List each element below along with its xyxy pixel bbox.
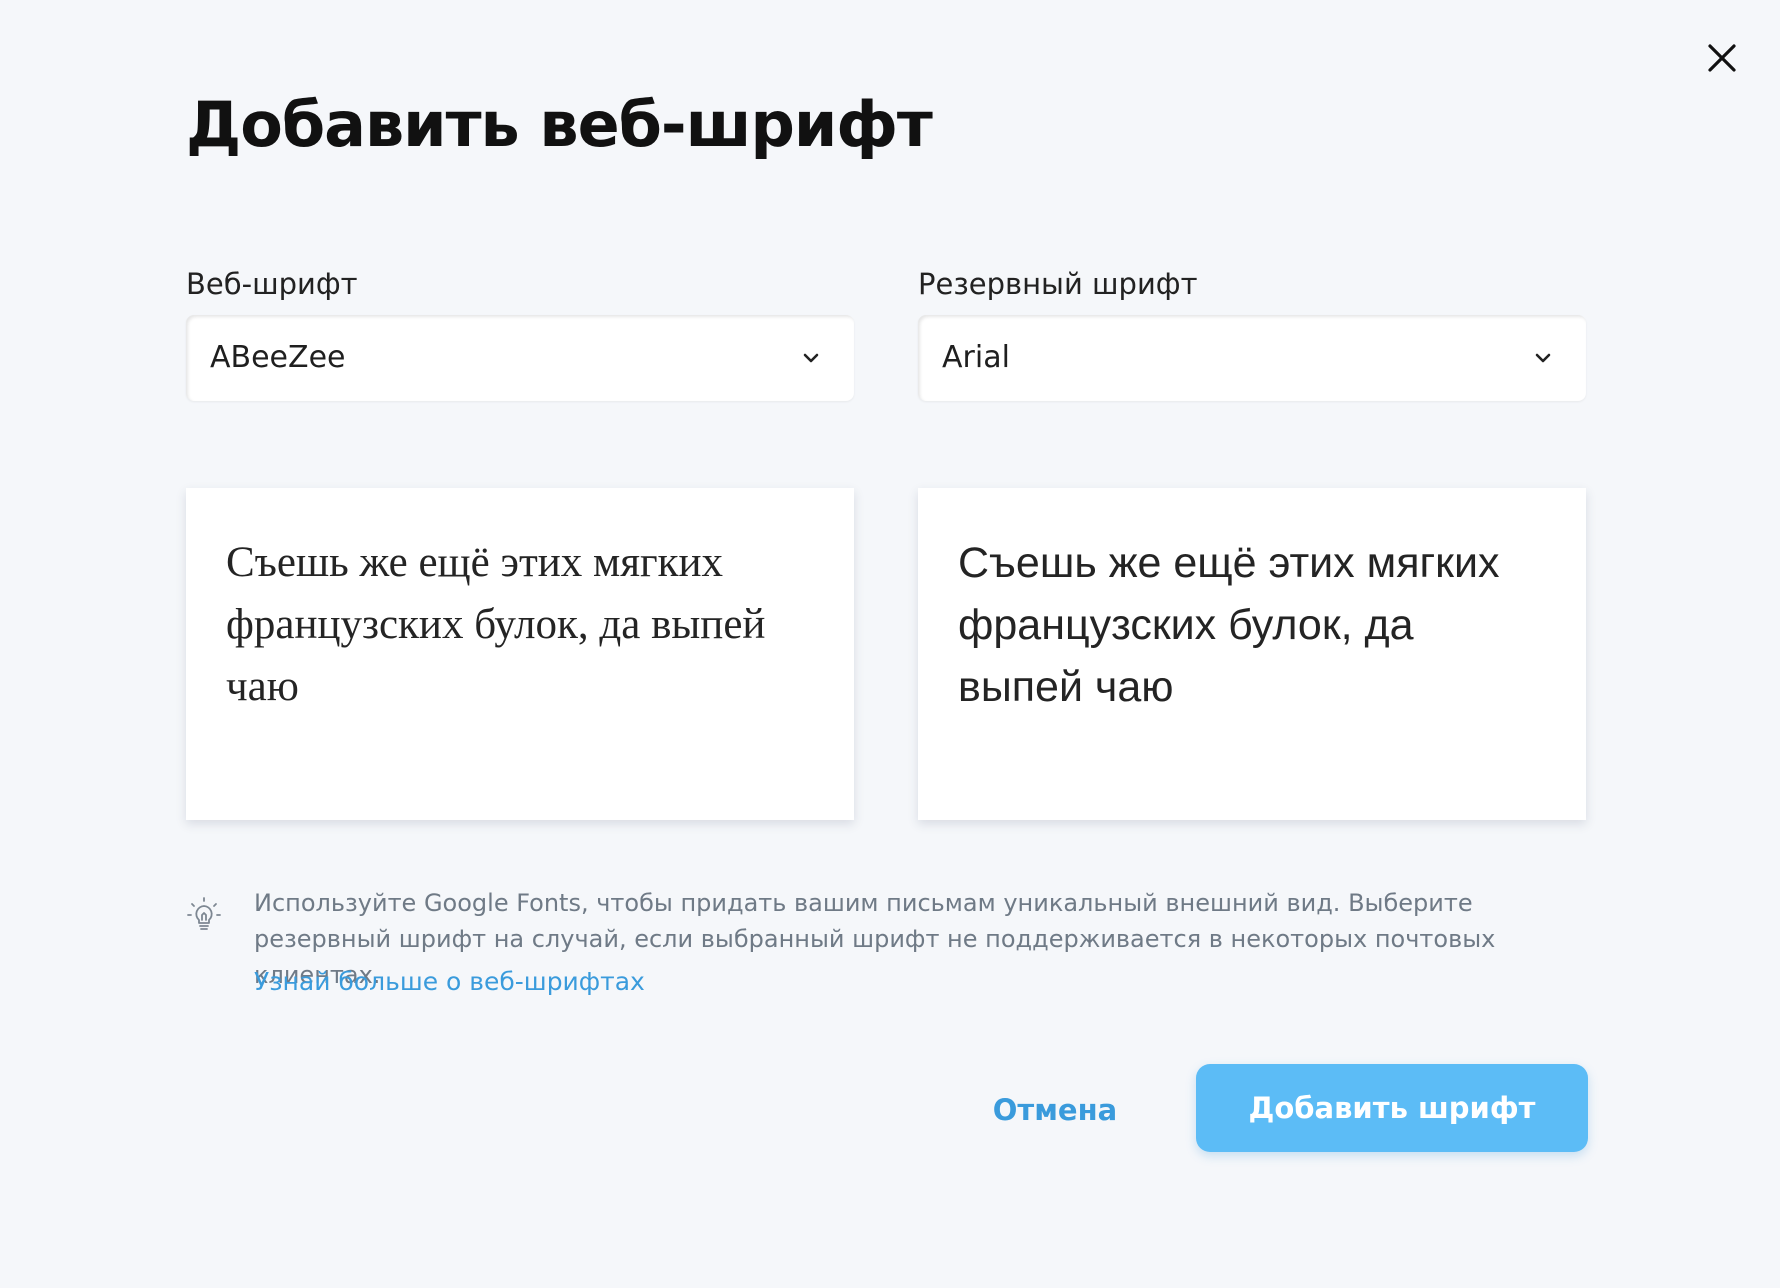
web-font-preview-card: Съешь же ещё этих мягких французских бул… xyxy=(186,488,854,820)
chevron-down-icon xyxy=(1535,353,1551,363)
fallback-font-label: Резервный шрифт xyxy=(918,267,1198,301)
fallback-font-select[interactable]: Arial xyxy=(918,315,1586,401)
web-font-select[interactable]: ABeeZee xyxy=(186,315,854,401)
chevron-down-icon xyxy=(803,353,819,363)
lightbulb-icon xyxy=(187,897,221,930)
close-icon xyxy=(1708,44,1736,72)
dialog-title: Добавить веб-шрифт xyxy=(186,88,933,161)
close-button[interactable] xyxy=(1700,36,1744,80)
fallback-font-selected-value: Arial xyxy=(942,340,1010,375)
fallback-font-preview-text: Съешь же ещё этих мягких французских бул… xyxy=(958,539,1500,711)
add-web-font-dialog: Добавить веб-шрифт Веб-шрифт ABeeZee Рез… xyxy=(0,0,1780,1288)
cancel-button[interactable]: Отмена xyxy=(990,1090,1120,1130)
web-font-preview-text: Съешь же ещё этих мягких французских бул… xyxy=(226,539,766,710)
add-font-button[interactable]: Добавить шрифт xyxy=(1196,1064,1588,1152)
fallback-font-preview-card: Съешь же ещё этих мягких французских бул… xyxy=(918,488,1586,820)
learn-more-link[interactable]: Узнай больше о веб-шрифтах xyxy=(254,964,645,1000)
web-font-label: Веб-шрифт xyxy=(186,267,358,301)
web-font-selected-value: ABeeZee xyxy=(210,340,346,375)
